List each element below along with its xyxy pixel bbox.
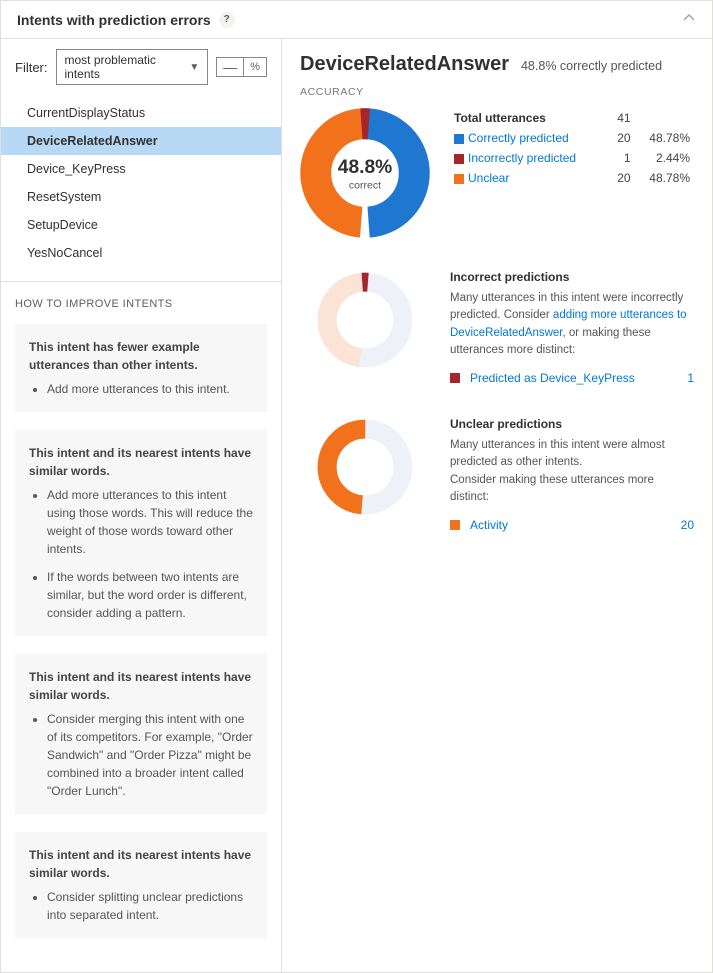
tip-bullets: Add more utterances to this intent using… [29,486,253,622]
intent-heading: DeviceRelatedAnswer 48.8% correctly pred… [300,53,694,76]
sub-legend-value[interactable]: 1 [687,371,694,385]
incorrect-title: Incorrect predictions [450,270,694,284]
incorrect-note: Many utterances in this intent were inco… [450,290,694,359]
collapse-chevron-icon[interactable] [682,11,696,28]
tip-card: This intent and its nearest intents have… [15,654,267,814]
unclear-block: Unclear predictions Many utterances in t… [300,417,694,532]
unclear-note-2: Consider making these utterances more di… [450,472,694,507]
legend-label[interactable]: Unclear [450,168,609,188]
unclear-legend: Unclear predictions Many utterances in t… [450,417,694,532]
donut-center-pct: 48.8% [338,157,392,178]
filter-selected: most problematic intents [65,53,190,81]
improve-title: HOW TO IMPROVE INTENTS [15,298,267,310]
percent-toggle[interactable]: — % [216,57,267,77]
legend-count: 20 [609,168,635,188]
tip-bullets: Consider splitting unclear predictions i… [29,888,253,924]
tip-heading: This intent has fewer example utterances… [29,338,253,374]
donut-center-sub: correct [349,179,381,191]
improve-section: HOW TO IMPROVE INTENTS This intent has f… [1,281,281,972]
incorrect-donut [300,270,430,370]
panel-title: Intents with prediction errors [17,12,211,28]
tip-bullet: Consider merging this intent with one of… [47,710,253,800]
tip-card: This intent and its nearest intents have… [15,832,267,938]
intent-name: DeviceRelatedAnswer [300,53,509,76]
tip-bullet: Add more utterances to this intent using… [47,486,253,558]
legend-pct: 48.78% [635,168,694,188]
incorrect-block: Incorrect predictions Many utterances in… [300,270,694,385]
intent-item[interactable]: SetupDevice [1,211,281,239]
unclear-note-1: Many utterances in this intent were almo… [450,437,694,472]
tip-heading: This intent and its nearest intents have… [29,846,253,882]
tip-bullets: Consider merging this intent with one of… [29,710,253,800]
filter-label: Filter: [15,60,48,75]
tip-bullets: Add more utterances to this intent. [29,380,253,398]
help-icon[interactable]: ? [219,12,235,28]
legend-swatch-icon [450,373,460,383]
sub-legend-label[interactable]: Predicted as Device_KeyPress [450,371,635,385]
legend-row: Correctly predicted2048.78% [450,128,694,148]
accuracy-donut: 48.8% correct [300,108,430,238]
tip-bullet: Add more utterances to this intent. [47,380,253,398]
intent-item[interactable]: CurrentDisplayStatus [1,99,281,127]
filter-dropdown[interactable]: most problematic intents ▼ [56,49,209,85]
total-label: Total utterances [454,111,546,125]
accuracy-block: 48.8% correct Total utterances 41 Correc… [300,108,694,238]
intent-list: CurrentDisplayStatusDeviceRelatedAnswerD… [1,95,281,281]
incorrect-legend: Incorrect predictions Many utterances in… [450,270,694,385]
panel-header: Intents with prediction errors ? [1,1,712,39]
legend-count: 1 [609,148,635,168]
legend-count: 20 [609,128,635,148]
intent-item[interactable]: YesNoCancel [1,239,281,267]
unclear-note: Many utterances in this intent were almo… [450,437,694,506]
sub-legend-label[interactable]: Activity [450,518,508,532]
panel: Intents with prediction errors ? Filter:… [0,0,713,973]
legend-pct: 48.78% [635,128,694,148]
intent-subtitle: 48.8% correctly predicted [521,59,662,73]
tip-bullet: Consider splitting unclear predictions i… [47,888,253,924]
legend-swatch-icon [454,174,464,184]
tips-container: This intent has fewer example utterances… [15,324,267,938]
intent-item[interactable]: ResetSystem [1,183,281,211]
tip-card: This intent has fewer example utterances… [15,324,267,412]
panel-title-group: Intents with prediction errors ? [17,12,235,28]
legend-swatch-icon [454,134,464,144]
legend-label[interactable]: Incorrectly predicted [450,148,609,168]
legend-pct: 2.44% [635,148,694,168]
legend-row: Incorrectly predicted12.44% [450,148,694,168]
right-column: DeviceRelatedAnswer 48.8% correctly pred… [282,39,712,972]
percent-label: % [244,59,266,75]
legend-label[interactable]: Correctly predicted [450,128,609,148]
legend-swatch-icon [450,520,460,530]
filter-row: Filter: most problematic intents ▼ — % [1,39,281,95]
unclear-donut [300,417,430,517]
unclear-items: Activity 20 [450,518,694,532]
legend-row: Unclear2048.78% [450,168,694,188]
intent-item[interactable]: DeviceRelatedAnswer [1,127,281,155]
legend-swatch-icon [454,154,464,164]
accuracy-table: Total utterances 41 Correctly predicted2… [450,108,694,188]
incorrect-items: Predicted as Device_KeyPress 1 [450,371,694,385]
tip-heading: This intent and its nearest intents have… [29,444,253,480]
tip-bullet: If the words between two intents are sim… [47,568,253,622]
accuracy-label: ACCURACY [300,86,694,98]
unclear-title: Unclear predictions [450,417,694,431]
tip-card: This intent and its nearest intents have… [15,430,267,636]
intent-item[interactable]: Device_KeyPress [1,155,281,183]
panel-body: Filter: most problematic intents ▼ — % C… [1,39,712,972]
chevron-down-icon: ▼ [189,62,199,73]
total-value: 41 [609,108,635,128]
accuracy-legend: Total utterances 41 Correctly predicted2… [450,108,694,188]
sub-legend-row: Activity 20 [450,518,694,532]
minus-icon: — [217,58,244,76]
sub-legend-row: Predicted as Device_KeyPress 1 [450,371,694,385]
sub-legend-value[interactable]: 20 [681,518,694,532]
tip-heading: This intent and its nearest intents have… [29,668,253,704]
left-column: Filter: most problematic intents ▼ — % C… [1,39,282,972]
